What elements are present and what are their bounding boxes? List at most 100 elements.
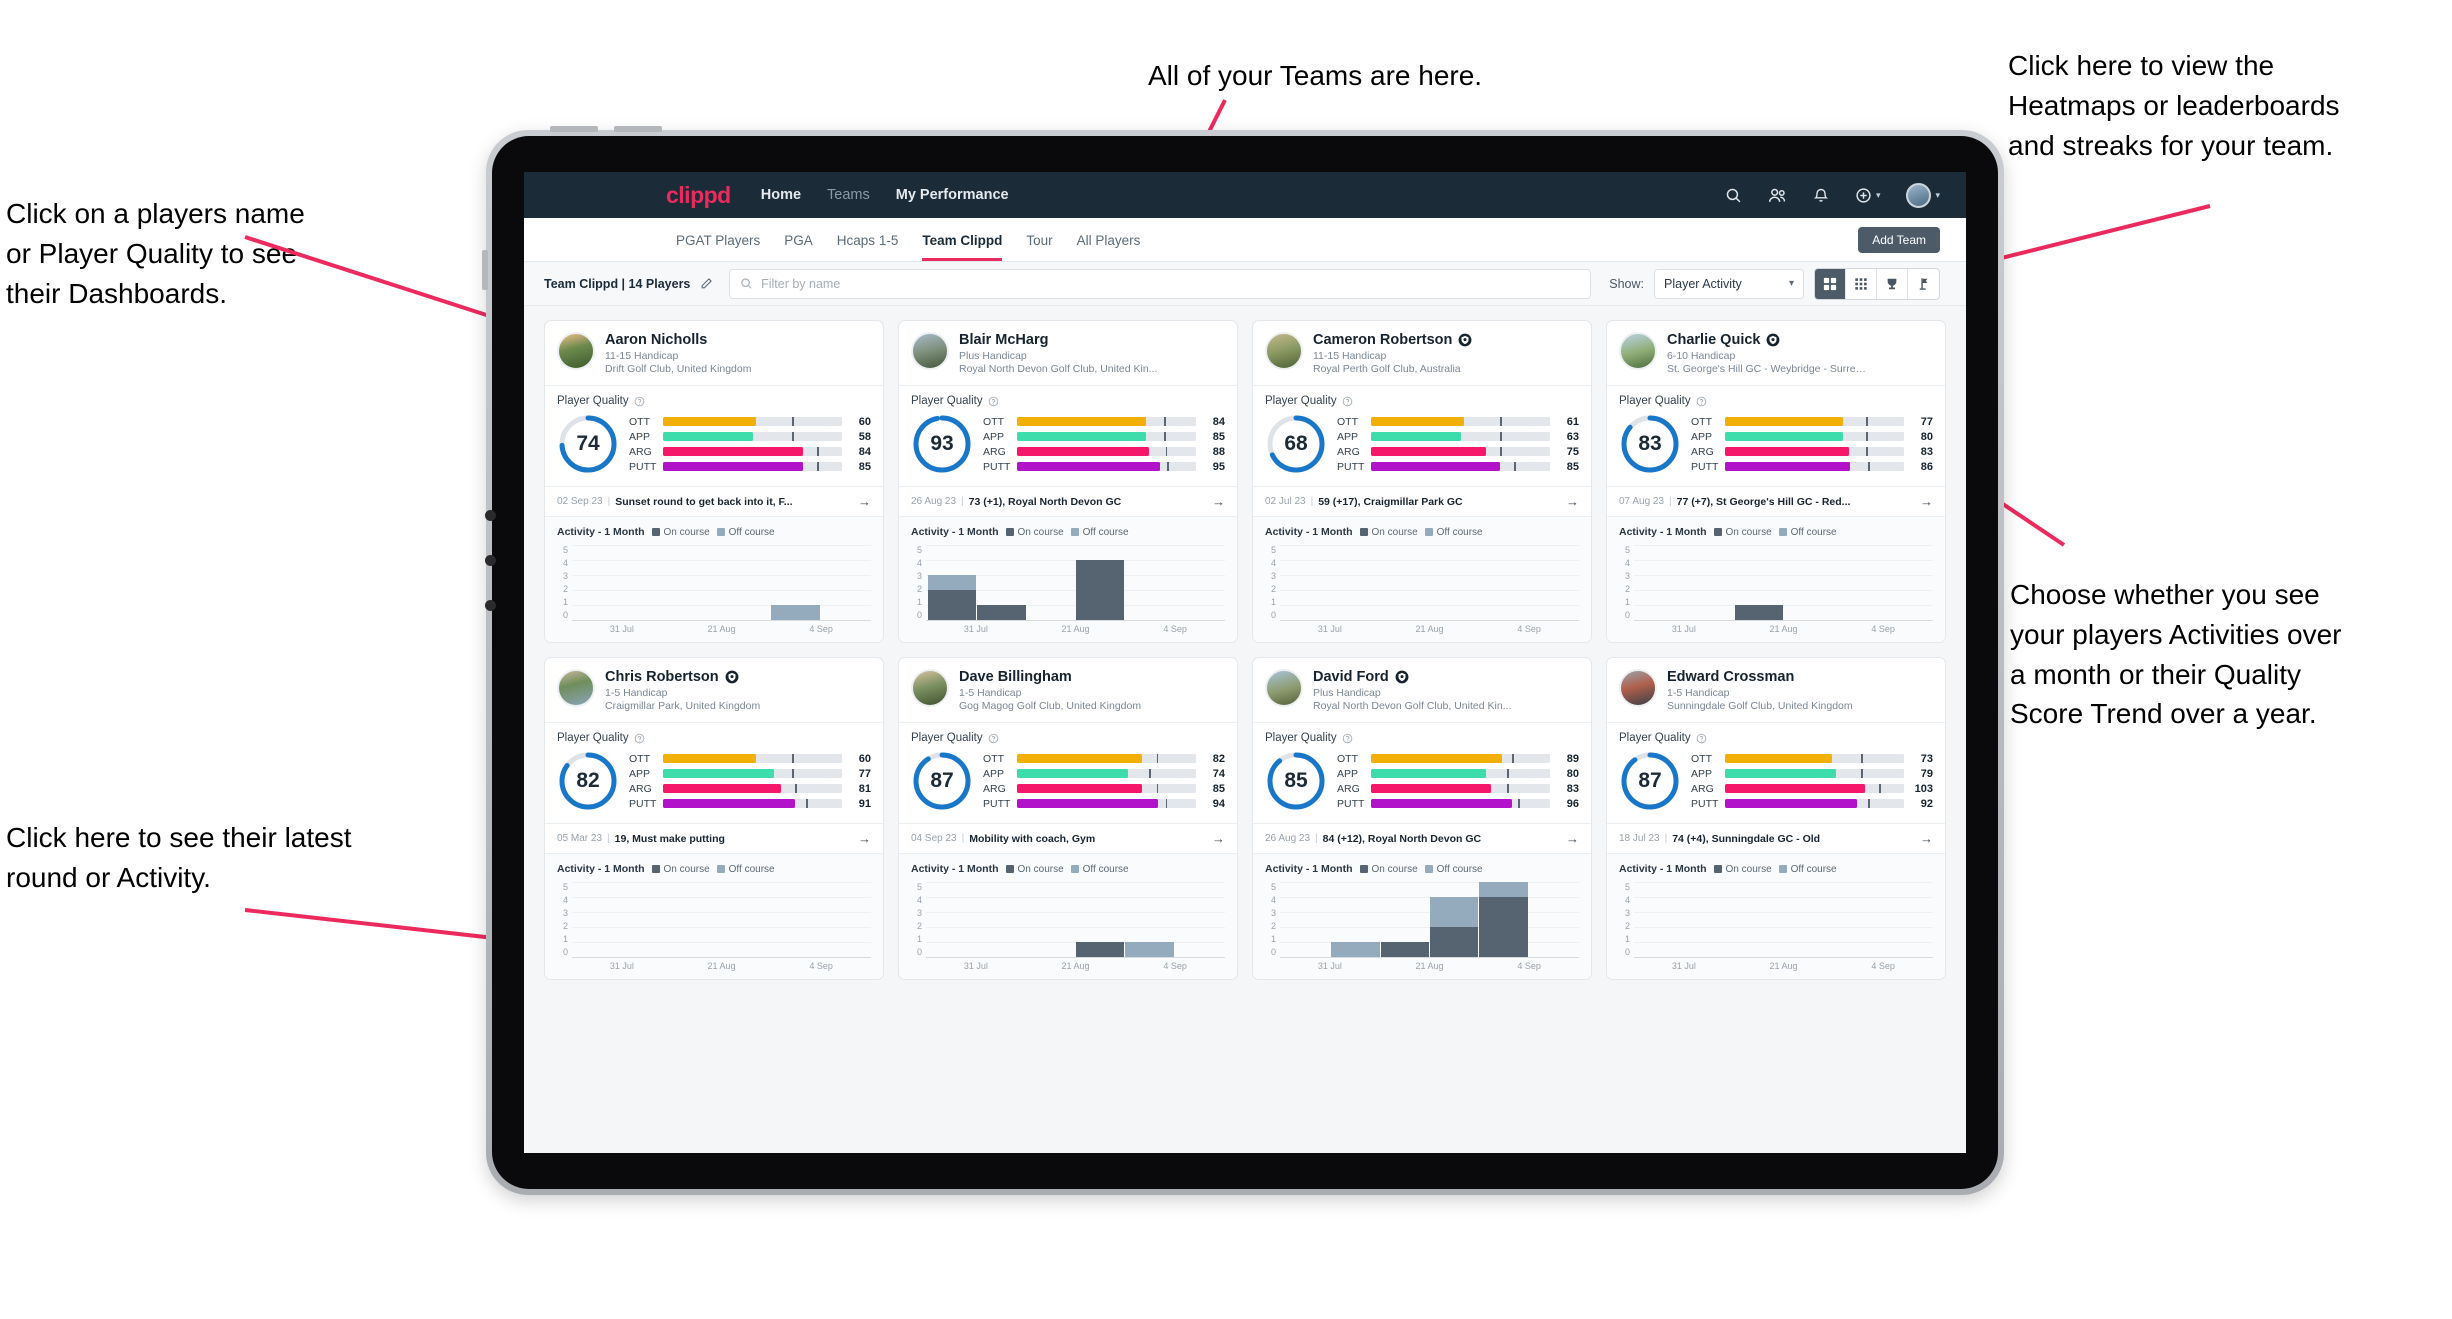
- activity-bar: [928, 545, 977, 620]
- metric-row: OTT 73: [1691, 753, 1933, 765]
- nav-link-teams[interactable]: Teams: [827, 187, 870, 203]
- player-card[interactable]: David Ford Plus Handicap Royal North Dev…: [1252, 657, 1592, 980]
- player-quality-ring[interactable]: 87: [1619, 750, 1681, 812]
- y-tick: 1: [916, 934, 922, 944]
- annotation-heatmaps: Click here to view the Heatmaps or leade…: [2008, 50, 2340, 161]
- bell-icon[interactable]: [1813, 187, 1829, 204]
- legend-on-course: On course: [1359, 864, 1418, 875]
- screenshot-root: All of your Teams are here. Click here t…: [0, 0, 2452, 1319]
- latest-round-row[interactable]: 26 Aug 23 | 84 (+12), Royal North Devon …: [1253, 823, 1591, 854]
- grid-view-button[interactable]: [1815, 268, 1846, 299]
- tab-pgat-players[interactable]: PGAT Players: [676, 233, 760, 261]
- help-icon[interactable]: [988, 396, 999, 407]
- activity-bar: [928, 882, 976, 957]
- arrow-right-icon: →: [1920, 831, 1933, 846]
- streaks-view-button[interactable]: [1908, 269, 1939, 299]
- latest-round-row[interactable]: 18 Jul 23 | 74 (+4), Sunningdale GC - Ol…: [1607, 823, 1945, 854]
- avatar[interactable]: ▾: [1906, 182, 1940, 208]
- x-tick: 4 Sep: [809, 624, 833, 634]
- help-icon[interactable]: [1342, 396, 1353, 407]
- metric-value: 81: [858, 782, 871, 795]
- nav-link-my-performance[interactable]: My Performance: [896, 187, 1009, 203]
- help-icon[interactable]: [1342, 733, 1353, 744]
- player-quality-section[interactable]: Player Quality 93 OTT 84 APP 85 ARG 88 P…: [899, 386, 1237, 486]
- latest-round-row[interactable]: 07 Aug 23 | 77 (+7), St George's Hill GC…: [1607, 486, 1945, 517]
- player-quality-section[interactable]: Player Quality 87 OTT 73 APP 79 ARG 103 …: [1607, 723, 1945, 823]
- y-tick: 3: [1270, 908, 1276, 918]
- player-quality-section[interactable]: Player Quality 83 OTT 77 APP 80 ARG 83 P…: [1607, 386, 1945, 486]
- search-input[interactable]: [761, 276, 1581, 291]
- search-box[interactable]: [729, 268, 1592, 299]
- player-card[interactable]: Charlie Quick 6-10 Handicap St. George's…: [1606, 320, 1946, 643]
- tab-all-players[interactable]: All Players: [1077, 233, 1141, 261]
- clippd-logo[interactable]: clippd: [666, 182, 731, 209]
- player-card[interactable]: Edward Crossman 1-5 Handicap Sunningdale…: [1606, 657, 1946, 980]
- players-grid-wrap: Aaron Nicholls 11-15 Handicap Drift Golf…: [524, 306, 1966, 1153]
- y-tick: 4: [562, 895, 568, 905]
- player-quality-section[interactable]: Player Quality 87 OTT 82 APP 74 ARG 85 P…: [899, 723, 1237, 823]
- player-card[interactable]: Dave Billingham 1-5 Handicap Gog Magog G…: [898, 657, 1238, 980]
- volume-down-button[interactable]: [614, 126, 662, 132]
- tab-tour[interactable]: Tour: [1026, 233, 1052, 261]
- metric-bars: OTT 60 APP 77 ARG 81 PUTT 91: [629, 753, 871, 810]
- nav-link-home[interactable]: Home: [761, 187, 801, 203]
- y-tick: 2: [562, 584, 568, 594]
- x-tick: 21 Aug: [1415, 961, 1444, 971]
- player-quality-ring[interactable]: 82: [557, 750, 619, 812]
- pencil-icon[interactable]: [700, 277, 713, 290]
- latest-round-row[interactable]: 02 Sep 23 | Sunset round to get back int…: [545, 486, 883, 517]
- volume-up-button[interactable]: [550, 126, 598, 132]
- player-quality-ring[interactable]: 85: [1265, 750, 1327, 812]
- metric-label: ARG: [1691, 782, 1714, 795]
- legend-on-course: On course: [1713, 864, 1772, 875]
- player-quality-section[interactable]: Player Quality 82 OTT 60 APP 77 ARG 81 P…: [545, 723, 883, 823]
- power-button[interactable]: [482, 250, 488, 290]
- player-quality-ring[interactable]: 93: [911, 413, 973, 475]
- x-tick: 21 Aug: [1061, 961, 1090, 971]
- help-icon[interactable]: [988, 733, 999, 744]
- latest-round-row[interactable]: 26 Aug 23 | 73 (+1), Royal North Devon G…: [899, 486, 1237, 517]
- tab-team-clippd[interactable]: Team Clippd: [922, 233, 1003, 261]
- round-date: 04 Sep 23: [911, 833, 957, 844]
- player-quality-section[interactable]: Player Quality 85 OTT 89 APP 80 ARG 83 P…: [1253, 723, 1591, 823]
- activity-bar: [1833, 545, 1881, 620]
- player-card[interactable]: Aaron Nicholls 11-15 Handicap Drift Golf…: [544, 320, 884, 643]
- metric-value: 86: [1920, 460, 1933, 473]
- activity-chart: 5 4 3 2 1 0: [1265, 545, 1579, 621]
- metric-value: 63: [1566, 430, 1579, 443]
- search-icon[interactable]: [1725, 187, 1742, 204]
- player-card[interactable]: Cameron Robertson 11-15 Handicap Royal P…: [1252, 320, 1592, 643]
- help-icon[interactable]: [634, 733, 645, 744]
- player-quality-ring[interactable]: 83: [1619, 413, 1681, 475]
- metric-label: APP: [1337, 430, 1359, 443]
- y-tick: 2: [1270, 921, 1276, 931]
- show-select[interactable]: Player Activity ▾: [1654, 268, 1804, 299]
- player-handicap: Plus Handicap: [1313, 687, 1381, 699]
- compact-view-button[interactable]: [1846, 268, 1877, 299]
- player-quality-section[interactable]: Player Quality 68 OTT 61 APP 63 ARG 75 P…: [1253, 386, 1591, 486]
- tab-hcaps-1-5[interactable]: Hcaps 1-5: [837, 233, 899, 261]
- latest-round-row[interactable]: 04 Sep 23 | Mobility with coach, Gym →: [899, 823, 1237, 854]
- player-card[interactable]: Blair McHarg Plus Handicap Royal North D…: [898, 320, 1238, 643]
- tab-pga[interactable]: PGA: [784, 233, 813, 261]
- latest-round-row[interactable]: 05 Mar 23 | 19, Must make putting →: [545, 823, 883, 854]
- player-quality-section[interactable]: Player Quality 74 OTT 60 APP 58 ARG 84 P…: [545, 386, 883, 486]
- player-quality-ring[interactable]: 68: [1265, 413, 1327, 475]
- help-icon[interactable]: [1696, 733, 1707, 744]
- round-description: Mobility with coach, Gym: [969, 832, 1096, 845]
- people-icon[interactable]: [1768, 187, 1787, 204]
- player-quality-score: 82: [576, 769, 600, 792]
- help-icon[interactable]: [634, 396, 645, 407]
- latest-round-row[interactable]: 02 Jul 23 | 59 (+17), Craigmillar Park G…: [1253, 486, 1591, 517]
- activity-bar: [623, 882, 671, 957]
- leaderboard-view-button[interactable]: [1877, 268, 1908, 299]
- legend-off-course: Off course: [716, 864, 775, 875]
- plus-circle-icon[interactable]: ▾: [1855, 187, 1880, 204]
- player-card[interactable]: Chris Robertson 1-5 Handicap Craigmillar…: [544, 657, 884, 980]
- help-icon[interactable]: [1696, 396, 1707, 407]
- verified-badge-icon: [1458, 333, 1472, 347]
- player-quality-ring[interactable]: 74: [557, 413, 619, 475]
- add-team-button[interactable]: Add Team: [1858, 227, 1940, 253]
- player-card-header: Aaron Nicholls 11-15 Handicap Drift Golf…: [545, 321, 883, 385]
- player-quality-ring[interactable]: 87: [911, 750, 973, 812]
